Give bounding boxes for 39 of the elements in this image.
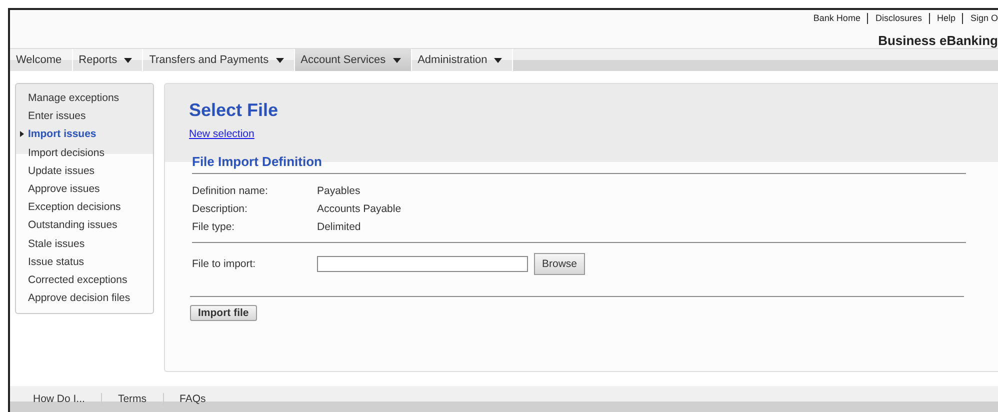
file-input[interactable]	[317, 256, 528, 272]
nav-tab[interactable]: Reports	[72, 49, 144, 71]
sidebar-item[interactable]: Enter issues	[16, 107, 153, 126]
nav-tab[interactable]: Administration	[412, 49, 514, 71]
sidebar-item[interactable]: Import decisions	[16, 144, 153, 162]
sidebar-item[interactable]: Issue status	[16, 252, 153, 272]
sidebar-item[interactable]: Update issues	[16, 162, 153, 180]
header-link[interactable]: Bank Home	[806, 13, 868, 24]
browse-button[interactable]: Browse	[534, 253, 586, 275]
new-selection-link[interactable]: New selection	[189, 128, 254, 140]
brand-title: Business eBanking	[878, 33, 998, 48]
footer-link[interactable]: Terms	[100, 393, 163, 405]
nav-tab[interactable]: Account Services	[294, 49, 412, 71]
field-value: Accounts Payable	[317, 202, 402, 217]
header-link[interactable]: Help	[928, 13, 962, 24]
header-link[interactable]: Sign O	[962, 13, 998, 24]
footer-link[interactable]: How Do I...	[20, 393, 101, 405]
sidebar-item[interactable]: Approve decision files	[16, 289, 153, 308]
sidebar-item[interactable]: Outstanding issues	[16, 216, 153, 235]
arrow-icon	[20, 131, 24, 138]
header-link[interactable]: Disclosures	[867, 13, 929, 24]
field-label: File to import:	[192, 257, 257, 272]
sidebar-item[interactable]: Approve issues	[16, 180, 153, 198]
page-title: Select File	[189, 100, 280, 121]
sidebar-item[interactable]: Manage exceptions	[16, 89, 153, 108]
nav-tab[interactable]: Transfers and Payments	[143, 49, 295, 71]
sidebar-item[interactable]: Corrected exceptions	[16, 271, 153, 290]
nav-tab[interactable]: Welcome	[10, 49, 73, 71]
sidebar-item[interactable]: Import issues	[16, 125, 153, 144]
section-title: File Import Definition	[192, 154, 323, 169]
import-file-button[interactable]: Import file	[190, 305, 257, 321]
sidebar-item[interactable]: Exception decisions	[16, 198, 153, 216]
field-value: Delimited	[317, 220, 361, 235]
footer-link[interactable]: FAQs	[162, 393, 222, 405]
sidebar-item[interactable]: Stale issues	[16, 234, 153, 253]
field-label: File type:	[192, 220, 236, 235]
field-label: Definition name:	[192, 184, 269, 199]
field-label: Description:	[192, 202, 248, 217]
field-value: Payables	[317, 184, 360, 199]
